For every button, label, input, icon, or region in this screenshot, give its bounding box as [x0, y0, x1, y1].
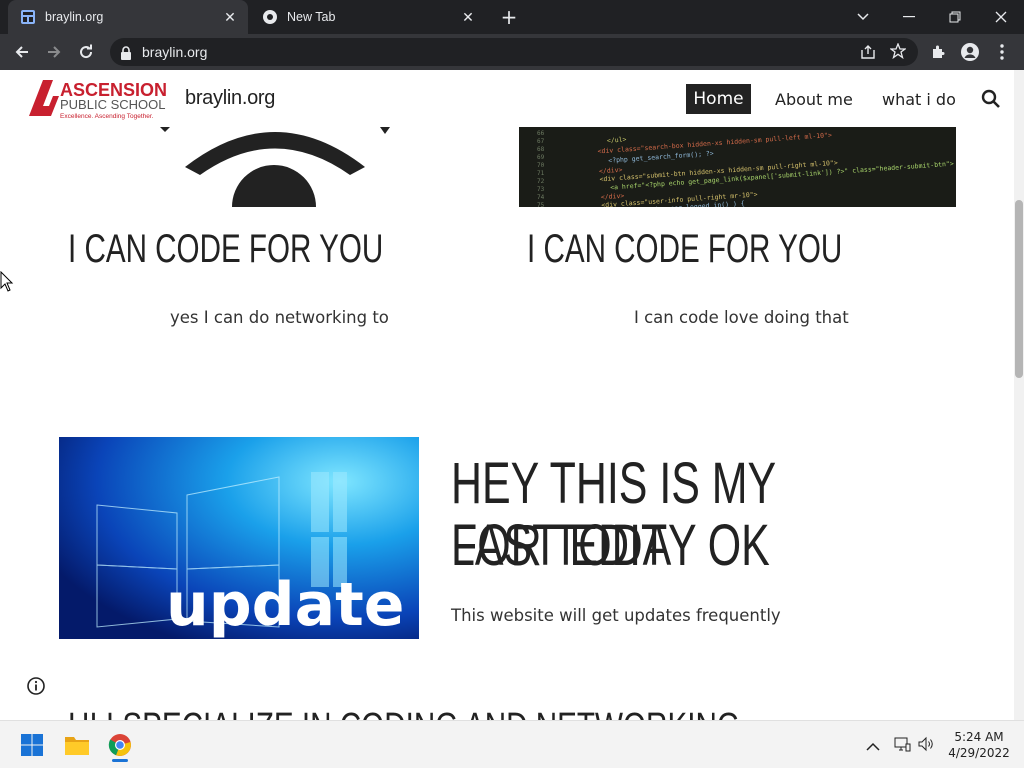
info-icon[interactable]	[26, 676, 46, 696]
tab-braylin[interactable]: braylin.org ✕	[8, 0, 248, 34]
search-icon[interactable]	[980, 88, 1002, 110]
windows-taskbar: 5:24 AM 4/29/2022	[0, 720, 1024, 768]
card-left-text: yes I can do networking to	[170, 308, 389, 327]
nav-about-me[interactable]: About me	[775, 90, 853, 109]
svg-text:73: 73	[537, 186, 545, 193]
feature-text: This website will get updates frequently	[451, 606, 781, 625]
close-tab-icon[interactable]: ✕	[458, 7, 478, 27]
scrollbar-thumb[interactable]	[1015, 200, 1023, 378]
lock-icon	[120, 45, 132, 64]
nav-home[interactable]: Home	[686, 84, 751, 114]
svg-text:69: 69	[537, 154, 545, 161]
minimize-button[interactable]	[886, 0, 932, 34]
svg-text:75: 75	[537, 202, 545, 207]
svg-text:</ul>: </ul>	[607, 135, 627, 144]
code-screenshot-image: 66 67 68 69 70 71 72 73 74 75 </ul> <div class…	[519, 127, 956, 207]
tab-search-icon[interactable]	[840, 0, 886, 34]
share-icon[interactable]	[860, 44, 876, 64]
site-logo[interactable]: ASCENSION PUBLIC SCHOOL Excellence. Asce…	[27, 78, 169, 120]
windows-start-icon[interactable]	[16, 729, 48, 761]
active-app-indicator	[112, 759, 128, 762]
tab-title: New Tab	[287, 10, 336, 24]
partial-section-heading: HI I SPECIALIZE IN CODING AND NETWORKING	[68, 706, 740, 720]
system-clock[interactable]: 5:24 AM 4/29/2022	[944, 729, 1014, 761]
mouse-cursor-icon	[0, 270, 14, 293]
svg-text:66: 66	[537, 130, 545, 137]
browser-toolbar: braylin.org	[0, 34, 1024, 70]
eye-image	[60, 127, 490, 207]
card-right-heading: I CAN CODE FOR YOU	[527, 227, 843, 271]
logo-subtitle: PUBLIC SCHOOL	[60, 97, 165, 112]
update-image-text: update	[166, 570, 404, 639]
forward-arrow-icon[interactable]	[42, 40, 66, 64]
svg-text:74: 74	[537, 194, 545, 201]
close-tab-icon[interactable]: ✕	[220, 7, 240, 27]
chevron-up-icon[interactable]	[866, 737, 880, 756]
address-bar[interactable]: braylin.org	[110, 38, 918, 66]
chrome-icon	[262, 9, 278, 25]
clock-date: 4/29/2022	[948, 746, 1010, 760]
tab-title: braylin.org	[45, 10, 104, 24]
chrome-icon[interactable]	[104, 729, 136, 762]
file-explorer-icon[interactable]	[61, 729, 93, 761]
svg-text:70: 70	[537, 162, 545, 169]
web-page: ASCENSION PUBLIC SCHOOL Excellence. Asce…	[0, 70, 1024, 720]
back-arrow-icon[interactable]	[10, 40, 34, 64]
logo-tagline: Excellence. Ascending Together.	[60, 113, 154, 120]
close-window-button[interactable]	[978, 0, 1024, 34]
page-scrollbar[interactable]	[1014, 70, 1024, 720]
reload-icon[interactable]	[74, 40, 98, 64]
svg-text:68: 68	[537, 146, 545, 153]
url-text: braylin.org	[142, 44, 208, 60]
restore-button[interactable]	[932, 0, 978, 34]
site-favicon-icon	[20, 9, 36, 25]
feature-heading-line2: FOR TODAY OK	[451, 513, 770, 578]
card-left-heading: I CAN CODE FOR YOU	[68, 227, 384, 271]
new-tab-button[interactable]: +	[498, 5, 520, 29]
volume-icon[interactable]	[917, 735, 935, 757]
extensions-icon[interactable]	[926, 40, 950, 64]
profile-icon[interactable]	[958, 40, 982, 64]
tab-new-tab[interactable]: New Tab ✕	[250, 0, 486, 34]
clock-time: 5:24 AM	[954, 730, 1004, 744]
svg-text:67: 67	[537, 138, 545, 145]
svg-text:71: 71	[537, 170, 545, 177]
nav-what-i-do[interactable]: what i do	[882, 90, 956, 109]
card-right-text: I can code love doing that	[634, 308, 849, 327]
site-title[interactable]: braylin.org	[185, 87, 275, 110]
bookmark-star-icon[interactable]	[889, 42, 907, 63]
svg-text:<div class="search-box hidden-: <div class="search-box hidden-xs hidden-…	[597, 131, 832, 155]
site-header: ASCENSION PUBLIC SCHOOL Excellence. Asce…	[0, 70, 1014, 127]
network-icon[interactable]	[893, 735, 911, 757]
browser-tab-strip: braylin.org ✕ New Tab ✕ +	[0, 0, 1024, 34]
update-image: update	[59, 437, 419, 639]
svg-text:72: 72	[537, 178, 545, 185]
menu-kebab-icon[interactable]	[990, 40, 1014, 64]
